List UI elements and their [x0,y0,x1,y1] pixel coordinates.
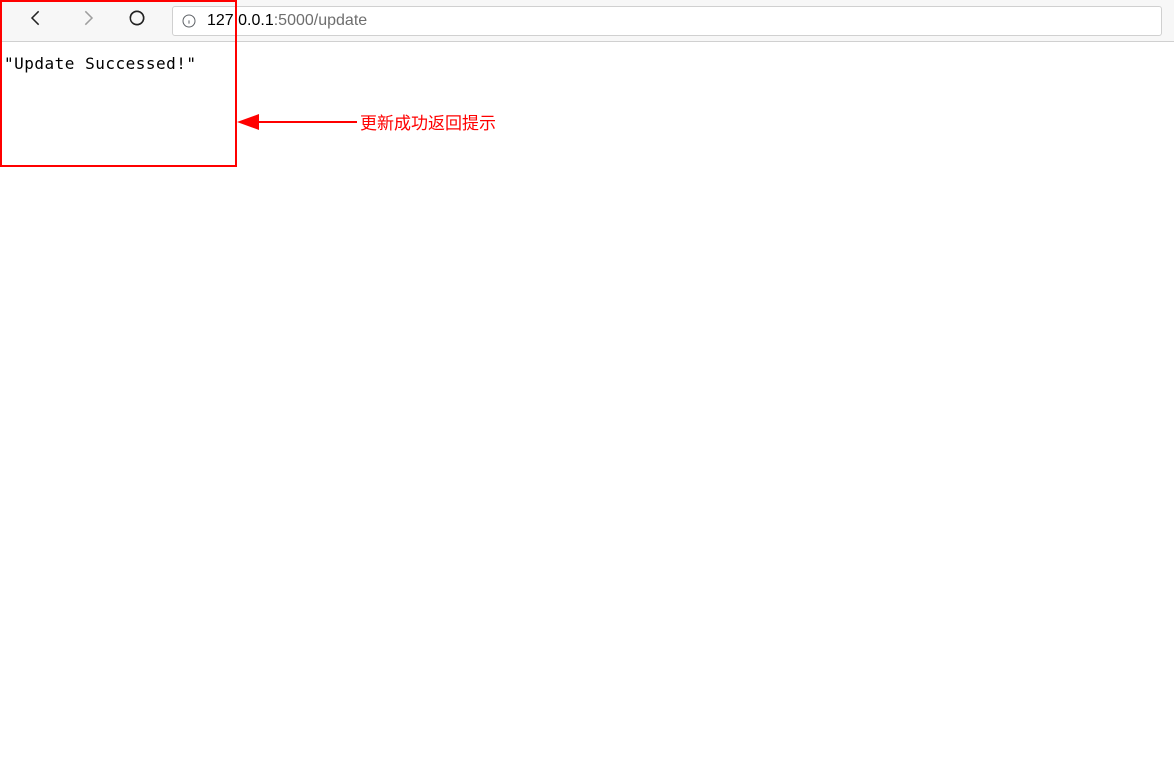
response-body-text: "Update Successed!" [0,42,1174,81]
reload-icon [127,8,147,33]
forward-icon [77,8,97,33]
annotation-label: 更新成功返回提示 [360,109,496,134]
annotation-arrow [237,110,362,134]
back-icon [27,8,47,33]
url-host: 127.0.0.1 [207,12,274,29]
url-path: :5000/update [274,12,367,29]
browser-toolbar: 127.0.0.1:5000/update [0,0,1174,42]
back-button[interactable] [12,0,62,42]
reload-button[interactable] [112,0,162,42]
page-viewport: "Update Successed!" 更新成功返回提示 [0,42,1174,759]
url-display: 127.0.0.1:5000/update [207,12,367,30]
address-bar[interactable]: 127.0.0.1:5000/update [172,6,1162,36]
forward-button[interactable] [62,0,112,42]
info-icon[interactable] [181,13,197,29]
